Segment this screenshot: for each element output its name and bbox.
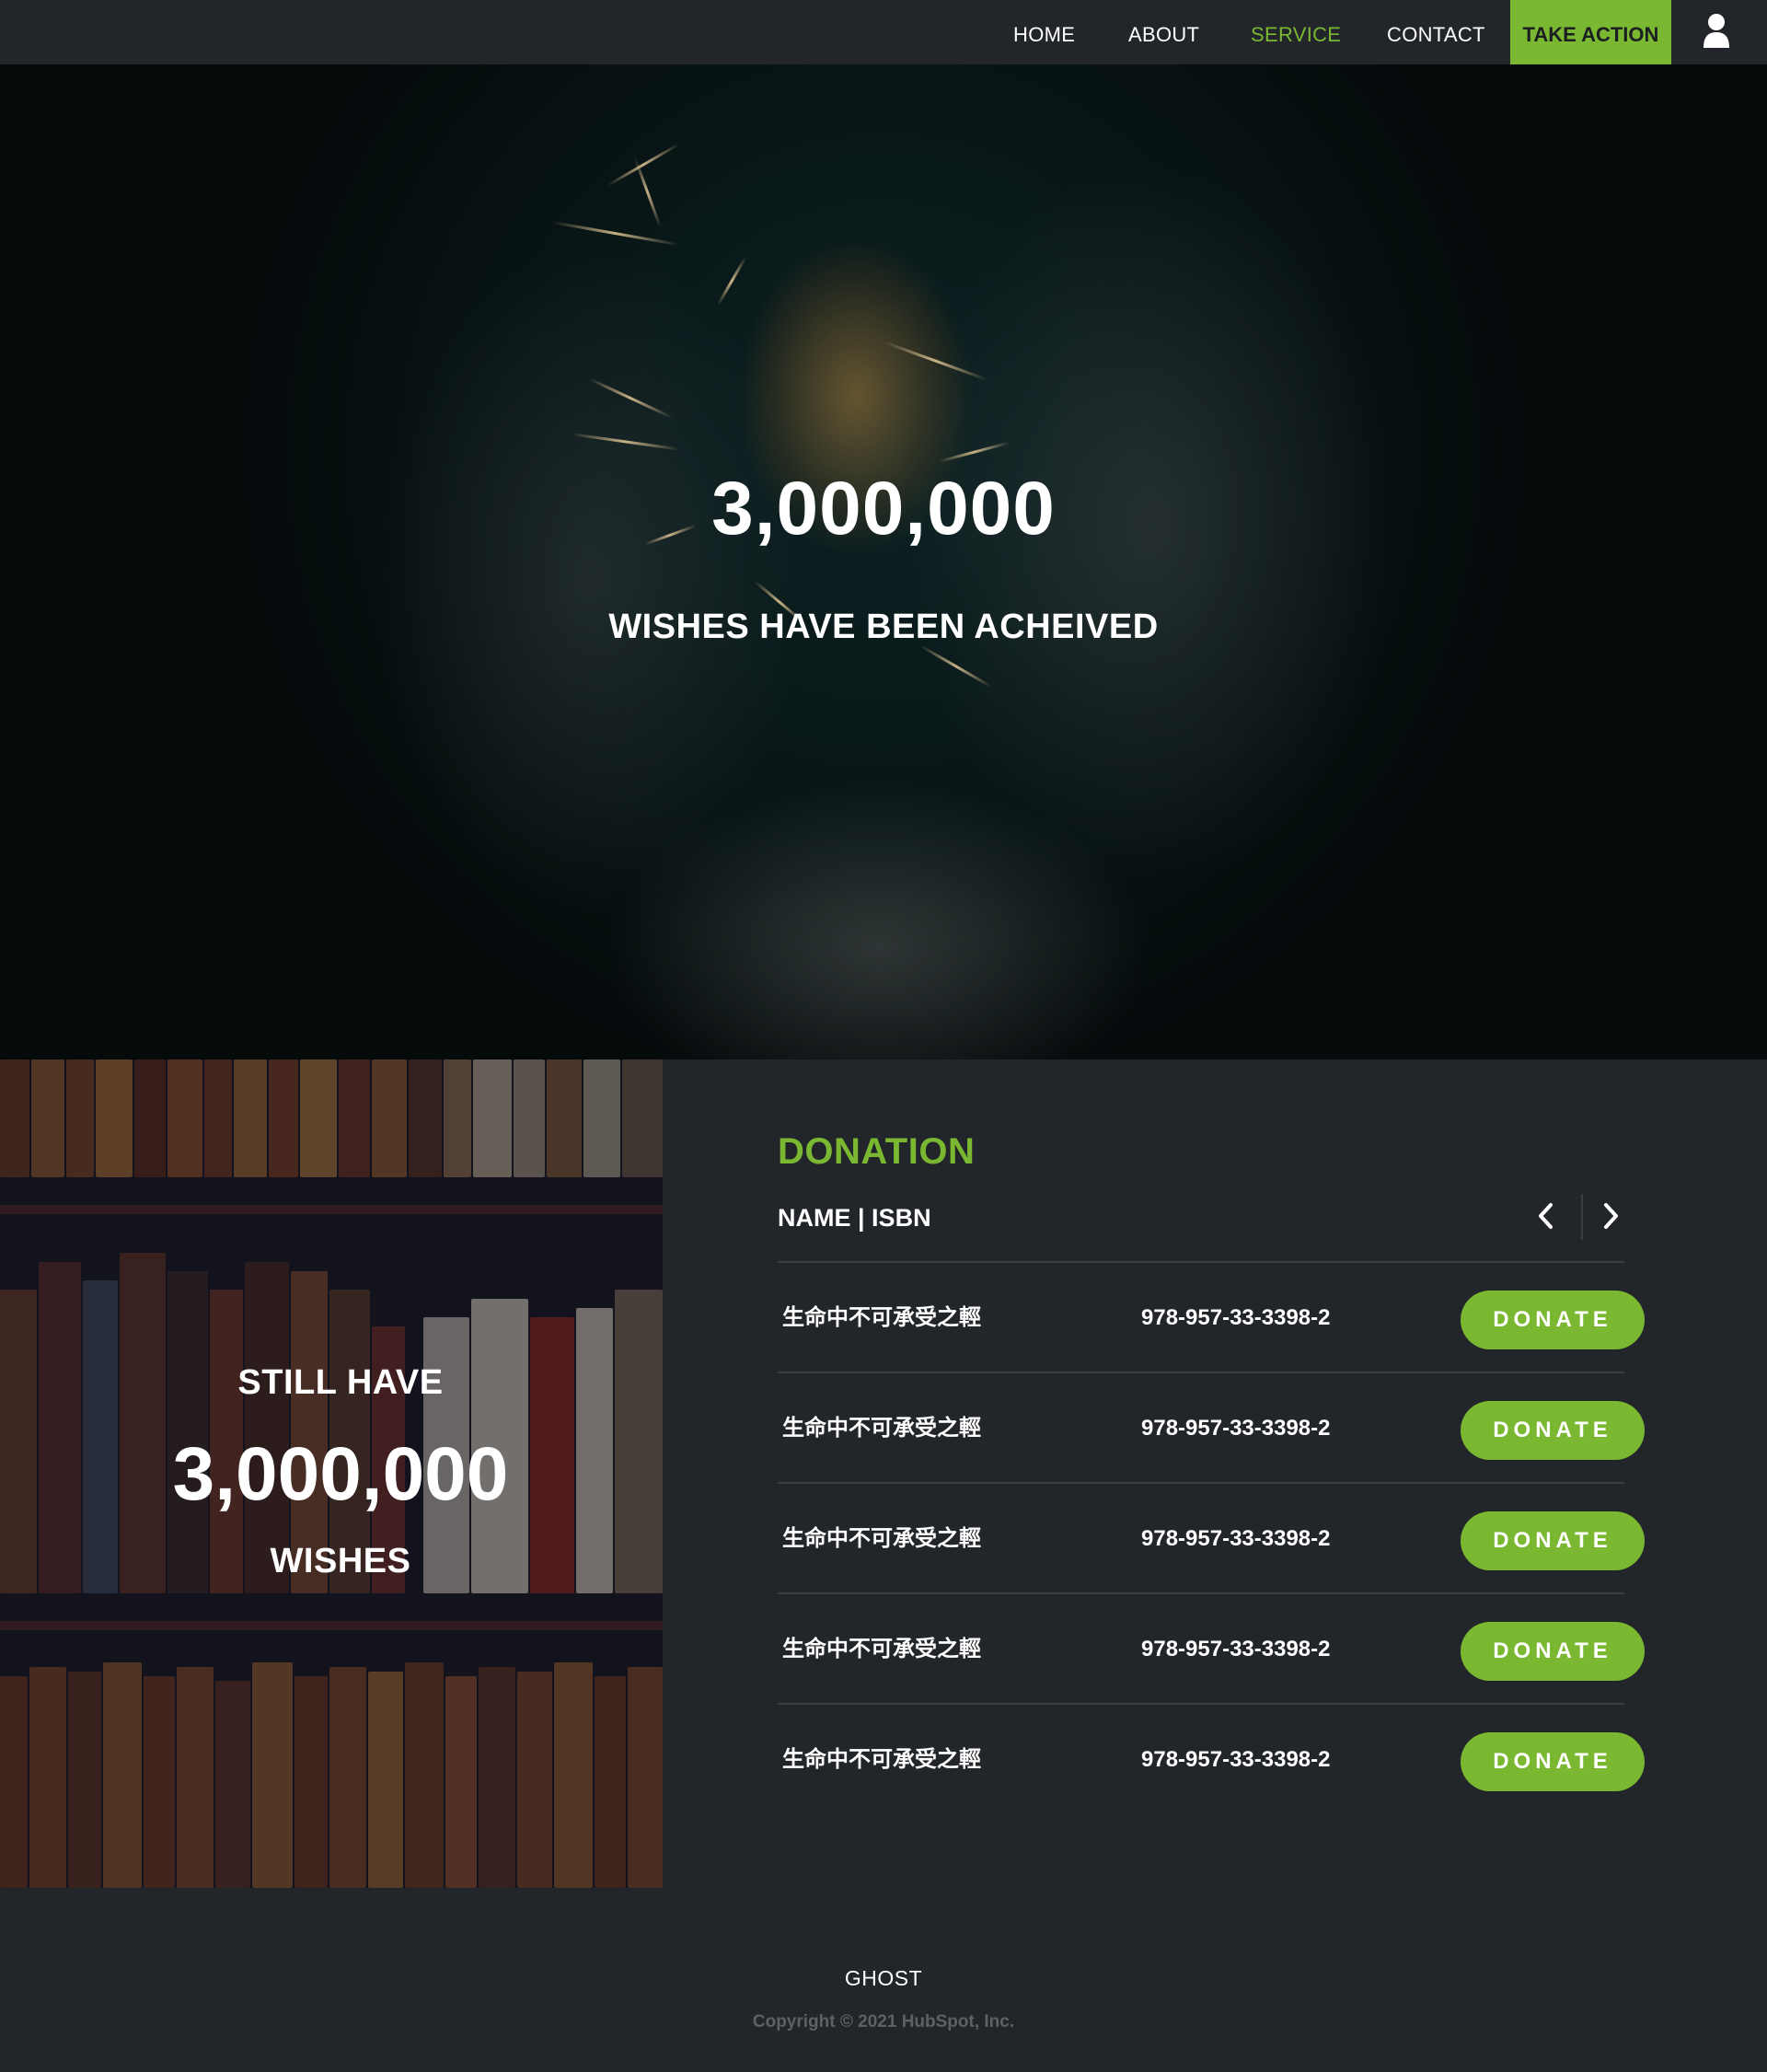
- donation-table-header: NAME | ISBN: [778, 1204, 931, 1232]
- footer-brand: GHOST: [844, 1966, 923, 1990]
- pager-divider: [1581, 1194, 1583, 1240]
- take-action-button[interactable]: TAKE ACTION: [1510, 0, 1671, 64]
- nav-link-about[interactable]: ABOUT: [1128, 0, 1199, 64]
- bookshelf-panel: STILL HAVE 3,000,000 WISHES: [0, 1059, 663, 1888]
- book-isbn: 978-957-33-3398-2: [1141, 1637, 1331, 1661]
- book-name: 生命中不可承受之輕: [782, 1526, 981, 1551]
- donate-button[interactable]: DONATE: [1461, 1622, 1645, 1681]
- donation-panel: DONATION NAME | ISBN 生命中不可承受之輕 978-957-3…: [663, 1059, 1767, 1888]
- donate-button[interactable]: DONATE: [1461, 1511, 1645, 1570]
- page-footer: GHOST Copyright © 2021 HubSpot, Inc.: [0, 1888, 1767, 2072]
- book-name: 生命中不可承受之輕: [782, 1747, 981, 1772]
- hero-caption: WISHES HAVE BEEN ACHEIVED: [608, 608, 1159, 646]
- donation-row: 生命中不可承受之輕 978-957-33-3398-2 DONATE: [778, 1373, 1645, 1484]
- donation-row: 生命中不可承受之輕 978-957-33-3398-2 DONATE: [778, 1484, 1645, 1594]
- book-isbn: 978-957-33-3398-2: [1141, 1305, 1331, 1330]
- top-navbar: HOME ABOUT SERVICE CONTACT TAKE ACTION: [0, 0, 1767, 64]
- donation-title: DONATION: [778, 1131, 976, 1172]
- donate-button[interactable]: DONATE: [1461, 1732, 1645, 1791]
- chevron-left-icon[interactable]: [1533, 1198, 1559, 1234]
- book-isbn: 978-957-33-3398-2: [1141, 1747, 1331, 1772]
- donation-row: 生命中不可承受之輕 978-957-33-3398-2 DONATE: [778, 1263, 1645, 1373]
- nav-links: HOME ABOUT SERVICE CONTACT: [0, 0, 1767, 64]
- hero-number: 3,000,000: [711, 467, 1056, 550]
- nav-link-home[interactable]: HOME: [1013, 0, 1075, 64]
- book-name: 生命中不可承受之輕: [782, 1305, 981, 1330]
- donation-row: 生命中不可承受之輕 978-957-33-3398-2 DONATE: [778, 1705, 1645, 1815]
- wishes-label: WISHES: [270, 1542, 411, 1580]
- book-isbn: 978-957-33-3398-2: [1141, 1416, 1331, 1441]
- chevron-right-icon[interactable]: [1598, 1198, 1623, 1234]
- footer-copyright: Copyright © 2021 HubSpot, Inc.: [752, 2012, 1015, 2031]
- still-have-label: STILL HAVE: [237, 1363, 444, 1402]
- wishes-remaining-number: 3,000,000: [172, 1432, 509, 1516]
- book-name: 生命中不可承受之輕: [782, 1637, 981, 1661]
- donation-row: 生命中不可承受之輕 978-957-33-3398-2 DONATE: [778, 1594, 1645, 1705]
- nav-link-service[interactable]: SERVICE: [1251, 0, 1341, 64]
- donate-button[interactable]: DONATE: [1461, 1401, 1645, 1460]
- nav-link-contact[interactable]: CONTACT: [1387, 0, 1485, 64]
- user-icon[interactable]: [1702, 13, 1731, 50]
- donate-button[interactable]: DONATE: [1461, 1291, 1645, 1349]
- hero-banner: 3,000,000 WISHES HAVE BEEN ACHEIVED: [0, 64, 1767, 1059]
- book-name: 生命中不可承受之輕: [782, 1416, 981, 1441]
- book-isbn: 978-957-33-3398-2: [1141, 1526, 1331, 1551]
